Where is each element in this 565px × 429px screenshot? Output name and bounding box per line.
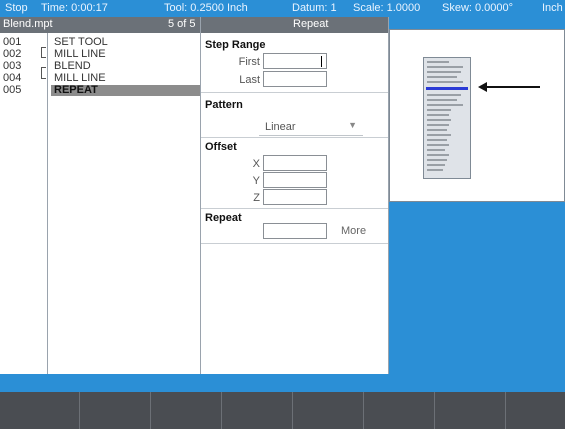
first-label: First bbox=[238, 56, 260, 68]
offset-y-input[interactable] bbox=[263, 172, 327, 188]
thumb-line bbox=[427, 76, 457, 78]
thumb-line bbox=[427, 109, 451, 111]
softkey-3[interactable] bbox=[151, 392, 222, 429]
offset-title: Offset bbox=[205, 141, 237, 153]
program-position: 5 of 5 bbox=[168, 18, 196, 30]
program-row[interactable]: 004 MILL LINE bbox=[0, 72, 201, 84]
thumb-line bbox=[427, 114, 449, 116]
row-number: 002 bbox=[3, 48, 22, 60]
z-label: Z bbox=[253, 192, 260, 204]
program-row[interactable]: 003 BLEND bbox=[0, 60, 201, 72]
row-command: MILL LINE bbox=[54, 48, 106, 60]
status-bar: Stop Time: 0:00:17 Tool: 0.2500 Inch Dat… bbox=[0, 0, 565, 17]
program-preview-panel bbox=[389, 29, 565, 202]
softkey-1[interactable] bbox=[0, 392, 80, 429]
pattern-select[interactable]: Linear ▼ bbox=[259, 119, 363, 136]
thumb-line bbox=[427, 134, 451, 136]
softkey-4[interactable] bbox=[222, 392, 293, 429]
step-range-title: Step Range bbox=[205, 39, 266, 51]
softkey-5[interactable] bbox=[293, 392, 364, 429]
repeat-count-input[interactable] bbox=[263, 223, 327, 239]
arrow-left-icon bbox=[478, 82, 487, 92]
softkey-row bbox=[0, 392, 565, 429]
thumb-line bbox=[427, 71, 461, 73]
thumb-line bbox=[427, 129, 447, 131]
thumb-line bbox=[427, 169, 443, 171]
first-step-input[interactable] bbox=[263, 53, 327, 69]
thumb-line bbox=[427, 124, 449, 126]
row-number: 003 bbox=[3, 60, 22, 72]
program-row-selected[interactable]: 005 REPEAT bbox=[0, 84, 201, 96]
pointer-arrow-line bbox=[486, 86, 540, 88]
units-indicator: Inch bbox=[542, 2, 563, 14]
section-divider bbox=[201, 208, 388, 209]
softkey-7[interactable] bbox=[435, 392, 506, 429]
thumb-line bbox=[427, 66, 463, 68]
row-number: 004 bbox=[3, 72, 22, 84]
chevron-down-icon: ▼ bbox=[348, 120, 357, 130]
program-row[interactable]: 002 MILL LINE bbox=[0, 48, 201, 60]
program-pane: Blend.mpt 5 of 5 001 SET TOOL 002 MILL L… bbox=[0, 17, 201, 374]
program-filename: Blend.mpt bbox=[3, 18, 53, 30]
program-header: Blend.mpt 5 of 5 bbox=[0, 17, 200, 33]
datum-indicator: Datum: 1 bbox=[292, 2, 337, 14]
section-divider bbox=[201, 137, 388, 138]
softkey-2[interactable] bbox=[80, 392, 151, 429]
thumb-line bbox=[427, 61, 449, 63]
section-divider bbox=[201, 92, 388, 93]
thumb-line bbox=[427, 149, 445, 151]
form-header: Repeat bbox=[201, 17, 388, 33]
thumb-line bbox=[427, 144, 449, 146]
program-row[interactable]: 001 SET TOOL bbox=[0, 36, 201, 48]
row-number: 001 bbox=[3, 36, 22, 48]
row-command: SET TOOL bbox=[54, 36, 108, 48]
thumb-highlight bbox=[426, 87, 468, 90]
last-step-input[interactable] bbox=[263, 71, 327, 87]
pattern-value: Linear bbox=[265, 121, 296, 133]
thumb-line bbox=[427, 119, 451, 121]
scale-indicator: Scale: 1.0000 bbox=[353, 2, 421, 14]
row-number: 005 bbox=[3, 84, 22, 96]
offset-x-input[interactable] bbox=[263, 155, 327, 171]
skew-indicator: Skew: 0.0000° bbox=[442, 2, 514, 14]
thumb-line bbox=[427, 164, 445, 166]
x-label: X bbox=[252, 158, 260, 170]
program-list[interactable]: 001 SET TOOL 002 MILL LINE 003 BLEND 004… bbox=[0, 33, 201, 374]
last-label: Last bbox=[239, 74, 260, 86]
program-thumbnail bbox=[423, 57, 471, 179]
thumb-line bbox=[427, 139, 447, 141]
thumb-line bbox=[427, 159, 447, 161]
softkey-6[interactable] bbox=[364, 392, 435, 429]
form-title: Repeat bbox=[293, 18, 329, 30]
thumb-line bbox=[427, 154, 449, 156]
offset-z-input[interactable] bbox=[263, 189, 327, 205]
pattern-title: Pattern bbox=[205, 99, 243, 111]
thumb-line bbox=[427, 94, 461, 96]
tool-diameter: Tool: 0.2500 Inch bbox=[164, 2, 248, 14]
section-divider bbox=[201, 243, 388, 244]
row-command: MILL LINE bbox=[54, 72, 106, 84]
thumb-line bbox=[427, 99, 457, 101]
repeat-form: Repeat Step Range First Last Pattern Lin… bbox=[201, 17, 389, 374]
elapsed-time: Time: 0:00:17 bbox=[41, 2, 108, 14]
run-mode: Stop bbox=[5, 2, 28, 14]
text-cursor bbox=[321, 56, 322, 67]
softkey-bar bbox=[0, 374, 565, 429]
repeat-title: Repeat bbox=[205, 212, 242, 224]
row-command: REPEAT bbox=[54, 84, 98, 96]
more-button[interactable]: More bbox=[341, 225, 366, 237]
softkey-8[interactable] bbox=[506, 392, 565, 429]
thumb-line bbox=[427, 104, 463, 106]
thumb-line bbox=[427, 81, 463, 83]
y-label: Y bbox=[252, 175, 260, 187]
row-command: BLEND bbox=[54, 60, 91, 72]
